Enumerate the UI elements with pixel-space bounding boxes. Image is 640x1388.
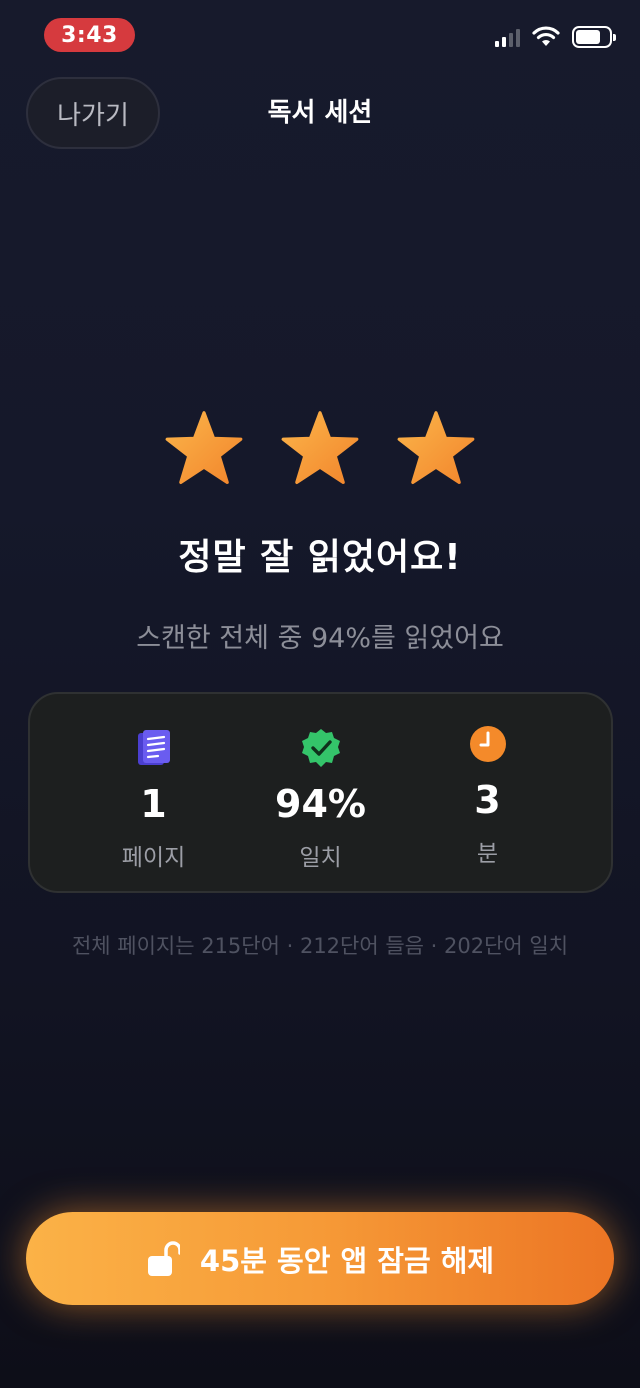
status-time: 3:43 xyxy=(44,18,135,52)
battery-icon xyxy=(572,26,616,48)
star-icon xyxy=(165,411,243,484)
stat-label: 일치 xyxy=(299,845,342,871)
result-headline: 정말 잘 읽었어요! xyxy=(178,537,462,578)
unlock-button-label: 45분 동안 앱 잠금 해제 xyxy=(199,1243,495,1278)
stat-label: 분 xyxy=(476,841,499,867)
stat-match: 94% 일치 xyxy=(246,694,396,891)
stat-value: 1 xyxy=(140,782,167,826)
star-icon xyxy=(281,411,359,484)
star-icon xyxy=(397,411,475,484)
unlock-apps-button[interactable]: 45분 동안 앱 잠금 해제 xyxy=(26,1212,614,1305)
stat-label: 페이지 xyxy=(121,845,186,871)
page-title: 독서 세션 xyxy=(267,98,373,128)
verified-badge-icon xyxy=(301,729,340,767)
clock-icon xyxy=(469,726,506,762)
word-summary: 전체 페이지는 215단어 · 212단어 들음 · 202단어 일치 xyxy=(71,934,569,958)
rating-stars xyxy=(0,408,640,488)
cellular-signal-icon xyxy=(495,27,520,47)
result-subline: 스캔한 전체 중 94%를 읽었어요 xyxy=(136,623,504,654)
wifi-icon xyxy=(532,26,560,46)
stat-minutes: 3 분 xyxy=(413,694,563,891)
status-icons xyxy=(495,26,616,48)
stat-value: 94% xyxy=(275,782,366,826)
stat-value: 3 xyxy=(474,778,501,822)
stats-card: 1 페이지 94% 일치 3 분 xyxy=(28,692,613,893)
document-icon xyxy=(137,730,170,765)
stat-pages: 1 페이지 xyxy=(79,694,229,891)
unlock-icon xyxy=(147,1240,180,1276)
